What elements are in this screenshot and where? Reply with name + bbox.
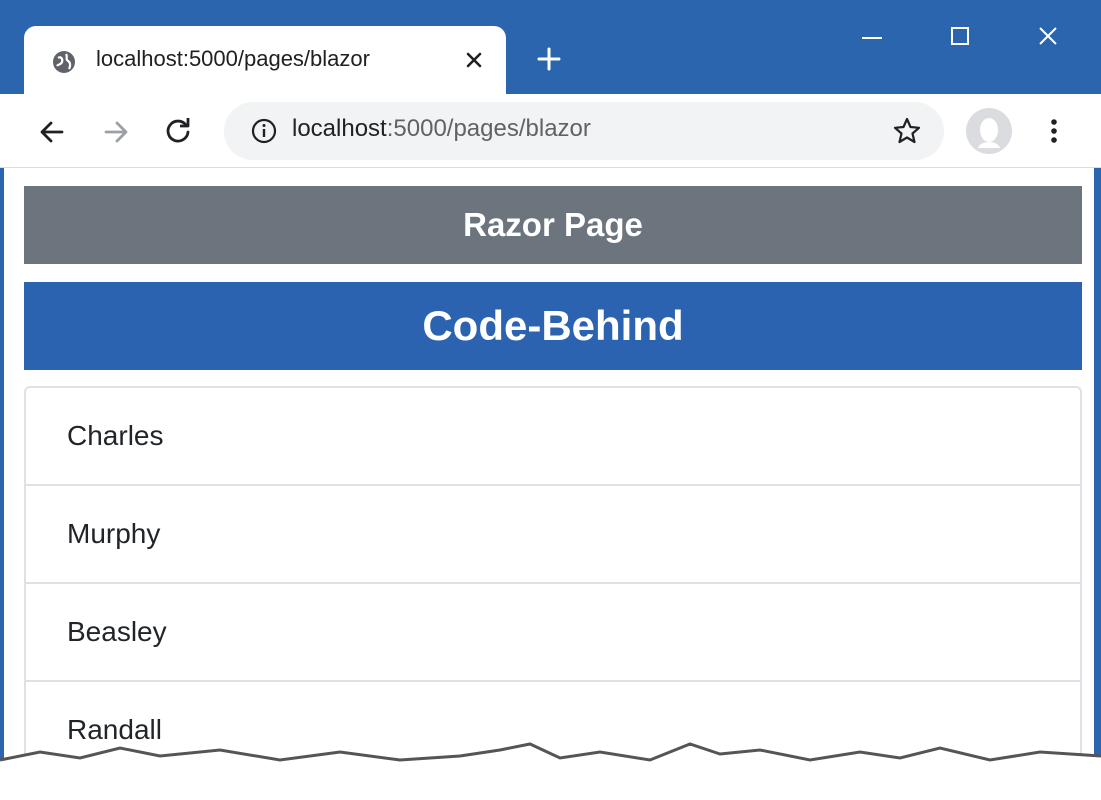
avatar-icon[interactable]	[966, 108, 1012, 154]
razor-page-header: Razor Page	[24, 186, 1082, 264]
forward-arrow-icon[interactable]	[100, 116, 132, 148]
code-behind-header: Code-Behind	[24, 282, 1082, 370]
avatar-glyph	[978, 118, 1000, 148]
globe-icon	[53, 51, 75, 73]
back-arrow-icon[interactable]	[36, 116, 68, 148]
maximize-icon[interactable]	[946, 22, 974, 50]
url-path: :5000/pages/blazor	[386, 115, 591, 142]
more-vert-icon[interactable]	[1042, 115, 1066, 147]
url-text[interactable]: localhost:5000/pages/blazor	[292, 115, 591, 143]
torn-edge-decoration	[0, 742, 1101, 800]
plus-icon[interactable]	[534, 44, 564, 74]
list-item: Beasley	[26, 584, 1080, 682]
list-item: Charles	[26, 388, 1080, 486]
close-icon[interactable]	[1034, 22, 1062, 50]
info-icon[interactable]	[250, 117, 278, 145]
minimize-icon[interactable]	[858, 24, 886, 52]
star-icon[interactable]	[892, 116, 922, 146]
url-host: localhost	[292, 115, 387, 142]
close-icon[interactable]	[460, 46, 488, 74]
list-item: Murphy	[26, 486, 1080, 584]
tab-title: localhost:5000/pages/blazor	[96, 46, 370, 71]
reload-icon[interactable]	[162, 114, 194, 146]
